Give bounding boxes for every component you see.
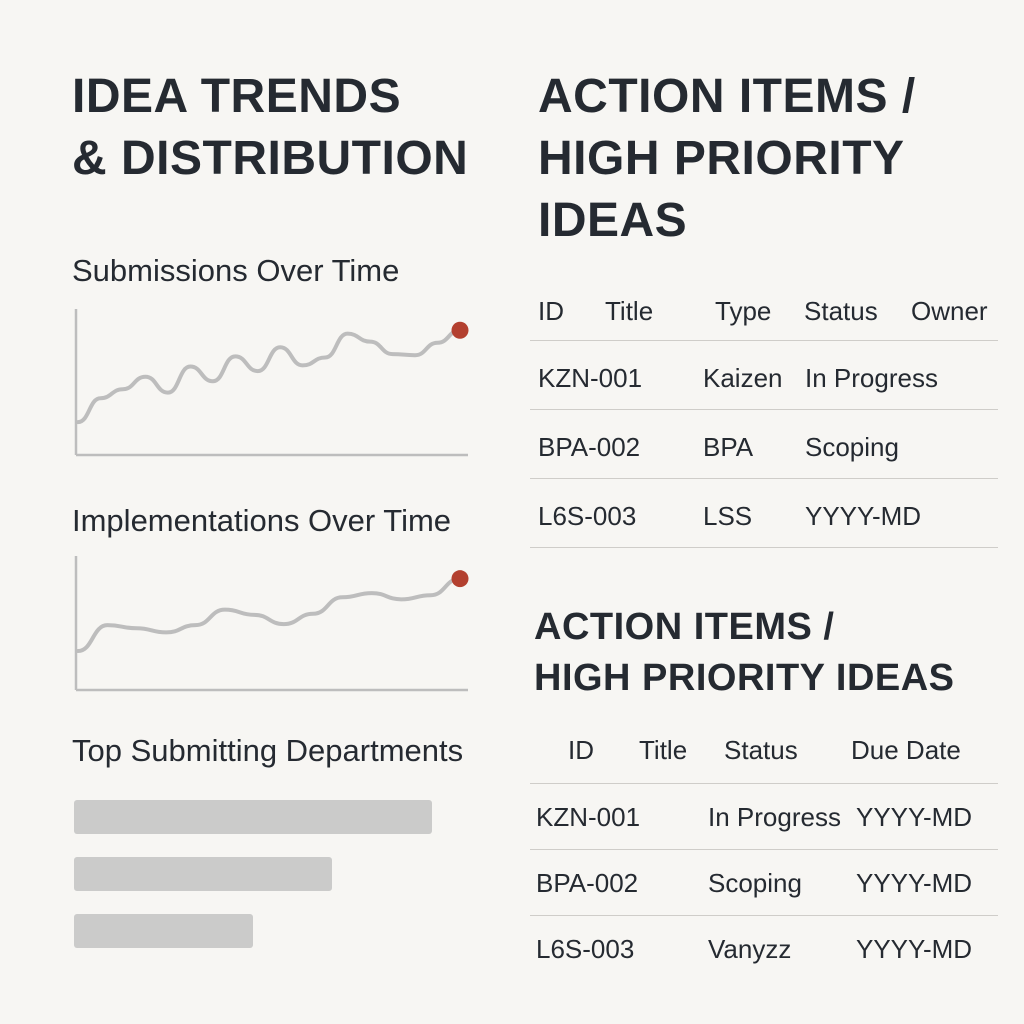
table-row[interactable]: KZN-001 In Progress YYYY-MD: [530, 784, 998, 850]
series-line: [76, 328, 462, 425]
chart-title-departments: Top Submitting Departments: [72, 733, 464, 768]
last-point-marker: [451, 570, 469, 588]
table-row[interactable]: L6S-003 LSS YYYY-MD: [530, 479, 998, 548]
section-title-action-items-2: ACTION ITEMS / HIGH PRIORITY IDEAS: [534, 602, 955, 704]
cell-due-date: YYYY-MD: [856, 802, 973, 832]
column-header-due-date: Due Date: [851, 735, 961, 765]
cell-status: YYYY-MD: [805, 501, 922, 531]
title-line: & DISTRIBUTION: [72, 132, 469, 185]
title-line: HIGH PRIORITY: [538, 132, 905, 185]
cell-due-date: YYYY-MD: [856, 868, 973, 898]
section-title-action-items: ACTION ITEMS / HIGH PRIORITY IDEAS: [538, 66, 916, 252]
title-line: IDEAS: [538, 194, 688, 247]
cell-type: Kaizen: [703, 363, 783, 393]
cell-type: BPA: [703, 432, 754, 462]
title-line: ACTION ITEMS /: [534, 606, 835, 648]
department-bar: [74, 857, 332, 891]
department-bar: [74, 914, 253, 948]
table-row[interactable]: L6S-003 Vanyzz YYYY-MD: [530, 916, 998, 981]
column-header-title: Title: [639, 735, 688, 765]
cell-id: KZN-001: [538, 363, 643, 393]
series-line: [76, 576, 462, 653]
departments-bar-chart: [74, 800, 434, 950]
table-header-row: ID Title Status Due Date: [530, 733, 998, 784]
section-title-idea-trends: IDEA TRENDS & DISTRIBUTION: [72, 66, 468, 190]
column-header-status: Status: [804, 296, 878, 326]
column-header-id: ID: [538, 296, 564, 326]
chart-title-implementations: Implementations Over Time: [72, 503, 452, 538]
table-row[interactable]: BPA-002 Scoping YYYY-MD: [530, 850, 998, 916]
department-bar: [74, 800, 432, 834]
cell-id: BPA-002: [538, 432, 641, 462]
table-row[interactable]: KZN-001 Kaizen In Progress: [530, 341, 998, 410]
cell-type: LSS: [703, 501, 753, 531]
table-row[interactable]: BPA-002 BPA Scoping: [530, 410, 998, 479]
column-header-status: Status: [724, 735, 798, 765]
column-header-title: Title: [605, 296, 654, 326]
column-header-type: Type: [715, 296, 772, 326]
last-point-marker: [451, 321, 469, 339]
cell-status: In Progress: [805, 363, 938, 393]
title-line: IDEA TRENDS: [72, 70, 402, 123]
chart-title-submissions: Submissions Over Time: [72, 253, 400, 288]
cell-id: L6S-003: [538, 501, 637, 531]
cell-status: Scoping: [708, 868, 802, 898]
title-line: ACTION ITEMS /: [538, 70, 916, 123]
column-header-id: ID: [568, 735, 594, 765]
cell-due-date: YYYY-MD: [856, 934, 973, 964]
action-items-table: ID Title Type Status Owner KZN-001 Kaize…: [530, 296, 998, 548]
submissions-line-chart: [74, 309, 469, 457]
column-header-owner: Owner: [911, 296, 988, 326]
cell-status: Scoping: [805, 432, 899, 462]
cell-id: KZN-001: [536, 802, 641, 832]
cell-status: Vanyzz: [708, 934, 792, 964]
cell-id: L6S-003: [536, 934, 635, 964]
high-priority-table: ID Title Status Due Date KZN-001 In Prog…: [530, 733, 998, 981]
implementations-line-chart: [74, 556, 469, 692]
cell-id: BPA-002: [536, 868, 639, 898]
cell-status: In Progress: [708, 802, 841, 832]
table-header-row: ID Title Type Status Owner: [530, 296, 998, 341]
title-line: HIGH PRIORITY IDEAS: [534, 657, 955, 699]
